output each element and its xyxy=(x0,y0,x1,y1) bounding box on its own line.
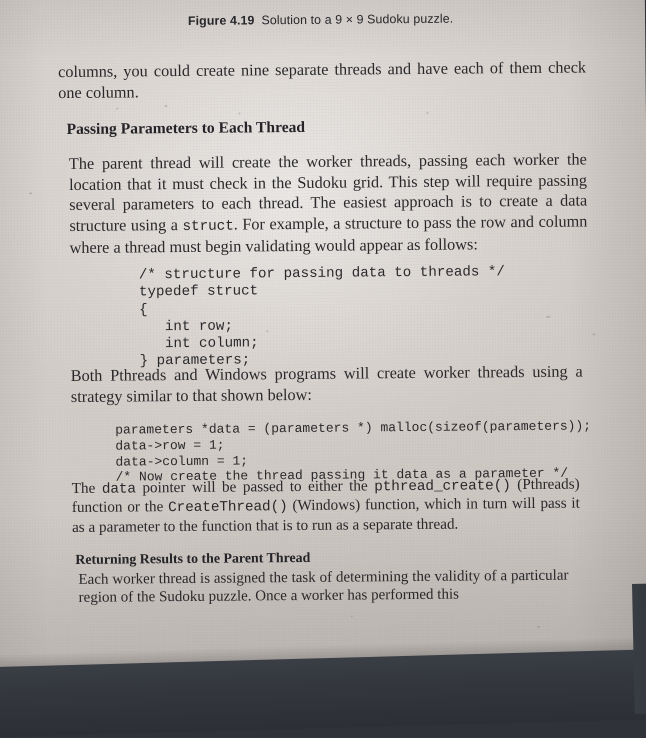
paper-speck xyxy=(238,112,241,115)
paper-speck xyxy=(546,315,551,318)
heading-returning-results: Returning Results to the Parent Thread xyxy=(75,550,311,568)
figure-caption: Figure 4.19 Solution to a 9 × 9 Sudoku pu… xyxy=(0,10,644,30)
paper-speck xyxy=(426,111,429,114)
inline-code-data: data xyxy=(101,481,137,498)
paragraph-data-pointer: The data pointer will be passed to eithe… xyxy=(72,476,580,537)
figure-caption-text: Solution to a 9 × 9 Sudoku puzzle. xyxy=(261,11,454,28)
paper-speck xyxy=(164,105,168,108)
paragraph-both-pthreads: Both Pthreads and Windows programs will … xyxy=(70,361,583,406)
paragraph-each-worker: Each worker thread is assigned the task … xyxy=(78,567,569,606)
paper-speck xyxy=(266,330,269,333)
paper-speck xyxy=(536,625,540,628)
inline-code-struct: struct xyxy=(182,218,234,235)
paragraph-data-text-b: pointer will be passed to either the xyxy=(135,477,375,497)
paper-speck xyxy=(116,107,119,110)
paragraph-columns: columns, you could create nine separate … xyxy=(57,57,587,102)
inline-code-pthread-create: pthread_create() xyxy=(374,478,511,496)
code-block-struct-definition: /* structure for passing data to threads… xyxy=(138,264,505,370)
paper-speck xyxy=(592,333,596,336)
paper-speck xyxy=(29,192,33,195)
figure-number: Figure 4.19 xyxy=(187,13,255,28)
heading-passing-parameters: Passing Parameters to Each Thread xyxy=(66,118,306,139)
paragraph-parent-thread: The parent thread will create the worker… xyxy=(69,149,588,258)
inline-code-createthread: CreateThread() xyxy=(168,499,288,517)
paper-speck xyxy=(350,615,353,618)
paragraph-data-text-a: The xyxy=(71,479,102,497)
page-content: Figure 4.19 Solution to a 9 × 9 Sudoku pu… xyxy=(0,0,646,703)
